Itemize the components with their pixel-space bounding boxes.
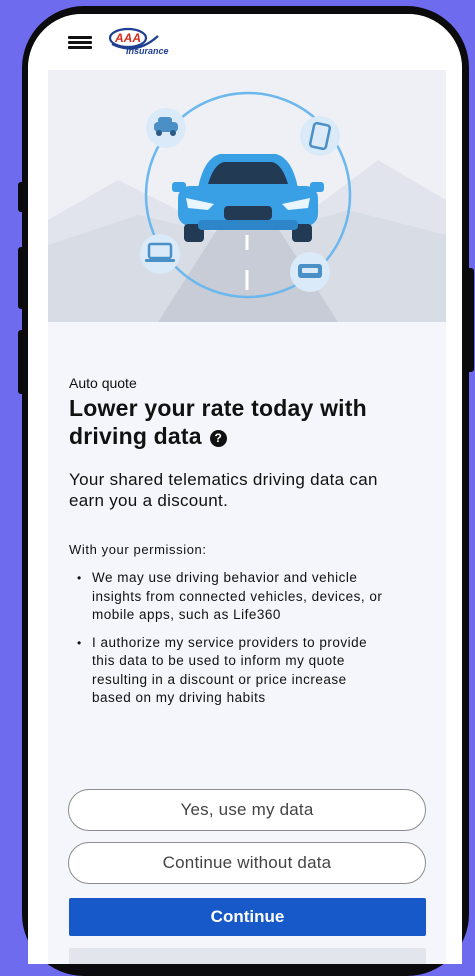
permission-heading: With your permission: bbox=[69, 542, 207, 557]
quote-content-panel: Auto quote Lower your rate today with dr… bbox=[48, 322, 446, 964]
phone-side-button-volume-down bbox=[18, 330, 26, 394]
hero-illustration bbox=[48, 70, 446, 322]
notice-banner: If we are not able to find your bbox=[69, 948, 426, 964]
logo-letters: AAA bbox=[114, 31, 141, 45]
hamburger-menu-icon[interactable] bbox=[68, 36, 92, 50]
app-header: AAA Insurance bbox=[28, 14, 462, 70]
phone-screen: AAA Insurance Auto quote Lower your rate… bbox=[28, 14, 462, 964]
phone-side-button-mute bbox=[18, 182, 26, 212]
continue-without-data-button[interactable]: Continue without data bbox=[68, 842, 426, 884]
page-title: Lower your rate today with driving data? bbox=[69, 394, 399, 450]
subtitle: Your shared telematics driving data can … bbox=[69, 470, 378, 510]
phone-side-button-power bbox=[466, 268, 474, 372]
car-front-illustration bbox=[172, 154, 324, 242]
aaa-logo[interactable]: AAA bbox=[106, 26, 180, 62]
car-icon bbox=[146, 108, 186, 148]
phone-icon bbox=[300, 116, 340, 156]
laptop-icon bbox=[140, 234, 180, 274]
eyebrow-label: Auto quote bbox=[69, 375, 137, 391]
use-my-data-button[interactable]: Yes, use my data bbox=[68, 789, 426, 831]
permission-list: We may use driving behavior and vehicle … bbox=[69, 569, 389, 717]
connected-car-illustration bbox=[48, 91, 446, 322]
list-item: We may use driving behavior and vehicle … bbox=[69, 569, 389, 625]
list-item: I authorize my service providers to prov… bbox=[69, 634, 389, 708]
help-icon[interactable]: ? bbox=[209, 430, 227, 447]
continue-button[interactable]: Continue bbox=[69, 898, 426, 936]
dashboard-icon bbox=[290, 252, 330, 292]
phone-side-button-volume-up bbox=[18, 247, 26, 309]
logo-wordmark: Insurance bbox=[126, 46, 169, 56]
